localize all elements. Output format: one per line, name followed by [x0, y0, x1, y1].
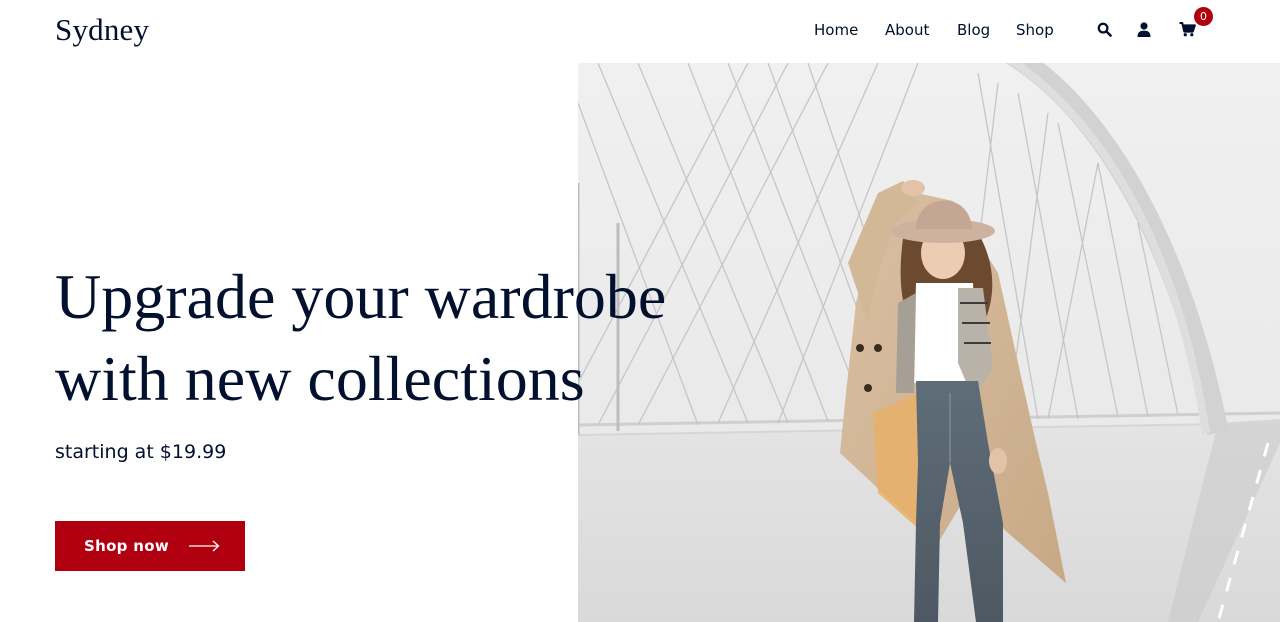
- nav-item-home[interactable]: Home: [814, 19, 858, 41]
- cart-icon[interactable]: [1178, 20, 1196, 38]
- nav-item-blog[interactable]: Blog: [957, 19, 990, 41]
- hero-heading-line-2: with new collections: [55, 343, 585, 414]
- site-logo[interactable]: Sydney: [55, 11, 149, 49]
- nav-item-shop[interactable]: Shop: [1016, 19, 1054, 41]
- hero-subtitle: starting at $19.99: [55, 441, 227, 463]
- nav-item-about[interactable]: About: [885, 19, 929, 41]
- search-icon[interactable]: [1095, 20, 1113, 38]
- site-header: Sydney Home About Blog Shop 0: [0, 0, 1280, 62]
- shop-now-label: Shop now: [84, 537, 169, 555]
- shop-now-button[interactable]: Shop now: [55, 521, 245, 571]
- user-icon[interactable]: [1135, 20, 1153, 38]
- page: Sydney Home About Blog Shop 0 Upgrade yo…: [0, 0, 1280, 622]
- hero-heading: Upgrade your wardrobe with new collectio…: [55, 256, 735, 420]
- cart-count-badge: 0: [1194, 7, 1213, 26]
- arrow-right-icon: [189, 540, 220, 552]
- hero-heading-line-1: Upgrade your wardrobe: [55, 261, 667, 332]
